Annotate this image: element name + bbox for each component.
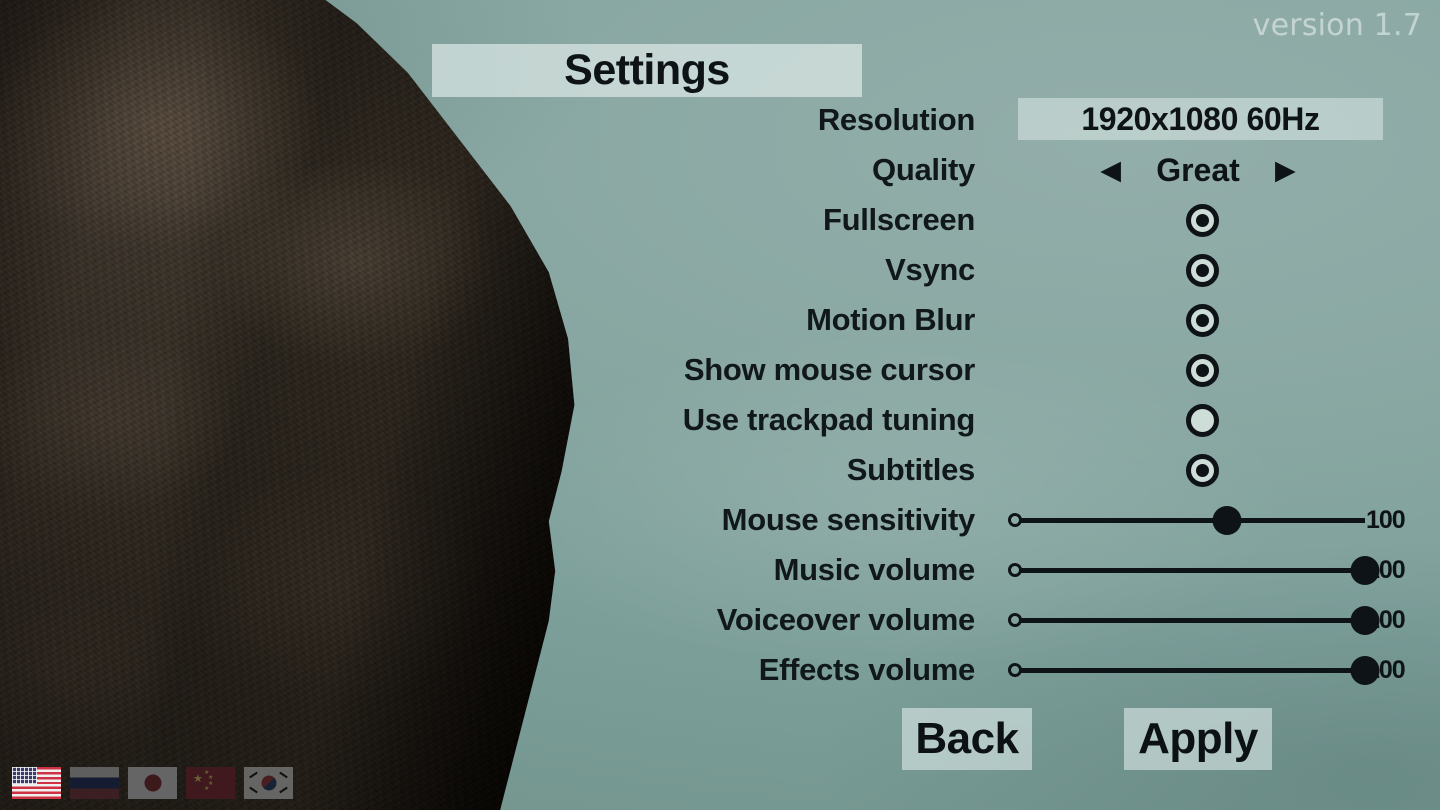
settings-row: Effects volume 100 xyxy=(0,645,1440,695)
jp-sun-disc xyxy=(144,774,161,792)
settings-row: Fullscreen xyxy=(0,195,1440,245)
setting-label: Vsync xyxy=(885,252,975,287)
language-flag-chinese-simplified[interactable]: ★ ★ ★ ★ ★ xyxy=(186,767,235,799)
cn-star-large: ★ xyxy=(193,773,203,785)
page-title: Settings xyxy=(564,46,730,94)
slider-track[interactable] xyxy=(1020,618,1365,623)
resolution-select[interactable]: 1920x1080 60Hz xyxy=(1018,98,1383,140)
slider-knob[interactable] xyxy=(1350,656,1380,685)
radio-toggle[interactable] xyxy=(1186,204,1219,237)
setting-label: Mouse sensitivity xyxy=(721,502,976,537)
language-selector: ★ ★ ★ ★ ★ xyxy=(12,767,293,799)
kr-trigram xyxy=(279,771,288,779)
setting-label: Show mouse cursor xyxy=(683,352,975,387)
button-bar: Back Apply xyxy=(0,708,1440,770)
settings-row: Mouse sensitivity 100 xyxy=(0,495,1440,545)
setting-control: ◀ Great ▶ xyxy=(1008,145,1408,195)
setting-control xyxy=(1008,245,1408,295)
slider-max-label: 100 xyxy=(1366,506,1406,534)
radio-dot-icon xyxy=(1196,464,1209,477)
language-flag-russian[interactable] xyxy=(70,767,119,799)
slider-track[interactable] xyxy=(1020,518,1365,523)
kr-trigram xyxy=(249,771,258,779)
us-canton xyxy=(12,767,37,784)
arrow-right-icon[interactable]: ▶ xyxy=(1275,156,1296,184)
settings-list: Resolution 1920x1080 60Hz Quality ◀ Great ▶ Fu… xyxy=(0,95,1440,695)
setting-control: 100 xyxy=(1008,645,1408,695)
language-flag-english[interactable] xyxy=(12,767,61,799)
slider[interactable]: 100 xyxy=(1008,595,1408,645)
cn-star-small: ★ xyxy=(204,786,210,792)
version-label: version 1.7 xyxy=(1252,8,1422,43)
settings-row: Music volume 100 xyxy=(0,545,1440,595)
radio-toggle[interactable] xyxy=(1186,354,1219,387)
quality-stepper: ◀ Great ▶ xyxy=(1008,145,1388,195)
slider-track[interactable] xyxy=(1020,568,1365,573)
arrow-left-icon[interactable]: ◀ xyxy=(1100,156,1121,184)
setting-control xyxy=(1008,295,1408,345)
setting-control xyxy=(1008,395,1408,445)
language-flag-japanese[interactable] xyxy=(128,767,177,799)
resolution-value: 1920x1080 60Hz xyxy=(1081,100,1320,137)
radio-dot-icon xyxy=(1196,414,1209,427)
settings-row: Voiceover volume 100 xyxy=(0,595,1440,645)
setting-control xyxy=(1008,195,1408,245)
radio-toggle[interactable] xyxy=(1186,254,1219,287)
settings-row: Resolution 1920x1080 60Hz xyxy=(0,95,1440,145)
radio-toggle[interactable] xyxy=(1186,404,1219,437)
slider-knob[interactable] xyxy=(1350,606,1380,635)
setting-control: 100 xyxy=(1008,495,1408,545)
quality-value: Great xyxy=(1156,151,1240,188)
slider[interactable]: 100 xyxy=(1008,545,1408,595)
setting-label: Voiceover volume xyxy=(716,602,976,637)
setting-label: Resolution xyxy=(817,102,975,137)
setting-control: 1920x1080 60Hz xyxy=(1008,95,1408,145)
radio-toggle[interactable] xyxy=(1186,304,1219,337)
setting-label: Music volume xyxy=(773,552,976,587)
setting-control: 100 xyxy=(1008,545,1408,595)
slider[interactable]: 100 xyxy=(1008,645,1408,695)
slider-knob[interactable] xyxy=(1350,556,1380,585)
settings-row: Subtitles xyxy=(0,445,1440,495)
settings-row: Vsync xyxy=(0,245,1440,295)
kr-trigram xyxy=(279,786,288,794)
setting-label: Motion Blur xyxy=(806,302,975,337)
radio-toggle[interactable] xyxy=(1186,454,1219,487)
radio-dot-icon xyxy=(1196,364,1209,377)
setting-label: Effects volume xyxy=(758,652,976,687)
setting-label: Use trackpad tuning xyxy=(682,402,976,437)
radio-dot-icon xyxy=(1196,264,1209,277)
settings-row: Show mouse cursor xyxy=(0,345,1440,395)
slider-knob[interactable] xyxy=(1212,506,1242,535)
slider[interactable]: 100 xyxy=(1008,495,1408,545)
setting-control: 100 xyxy=(1008,595,1408,645)
setting-control xyxy=(1008,345,1408,395)
slider-track[interactable] xyxy=(1020,668,1365,673)
setting-label: Quality xyxy=(872,152,975,187)
settings-row: Motion Blur xyxy=(0,295,1440,345)
setting-label: Subtitles xyxy=(846,452,976,487)
kr-taeguk xyxy=(261,775,276,791)
kr-trigram xyxy=(249,786,258,794)
setting-label: Fullscreen xyxy=(822,202,975,237)
back-button[interactable]: Back xyxy=(902,708,1032,770)
settings-row: Quality ◀ Great ▶ xyxy=(0,145,1440,195)
language-flag-korean[interactable] xyxy=(244,767,293,799)
apply-button[interactable]: Apply xyxy=(1124,708,1272,770)
radio-dot-icon xyxy=(1196,214,1209,227)
setting-control xyxy=(1008,445,1408,495)
settings-row: Use trackpad tuning xyxy=(0,395,1440,445)
radio-dot-icon xyxy=(1196,314,1209,327)
